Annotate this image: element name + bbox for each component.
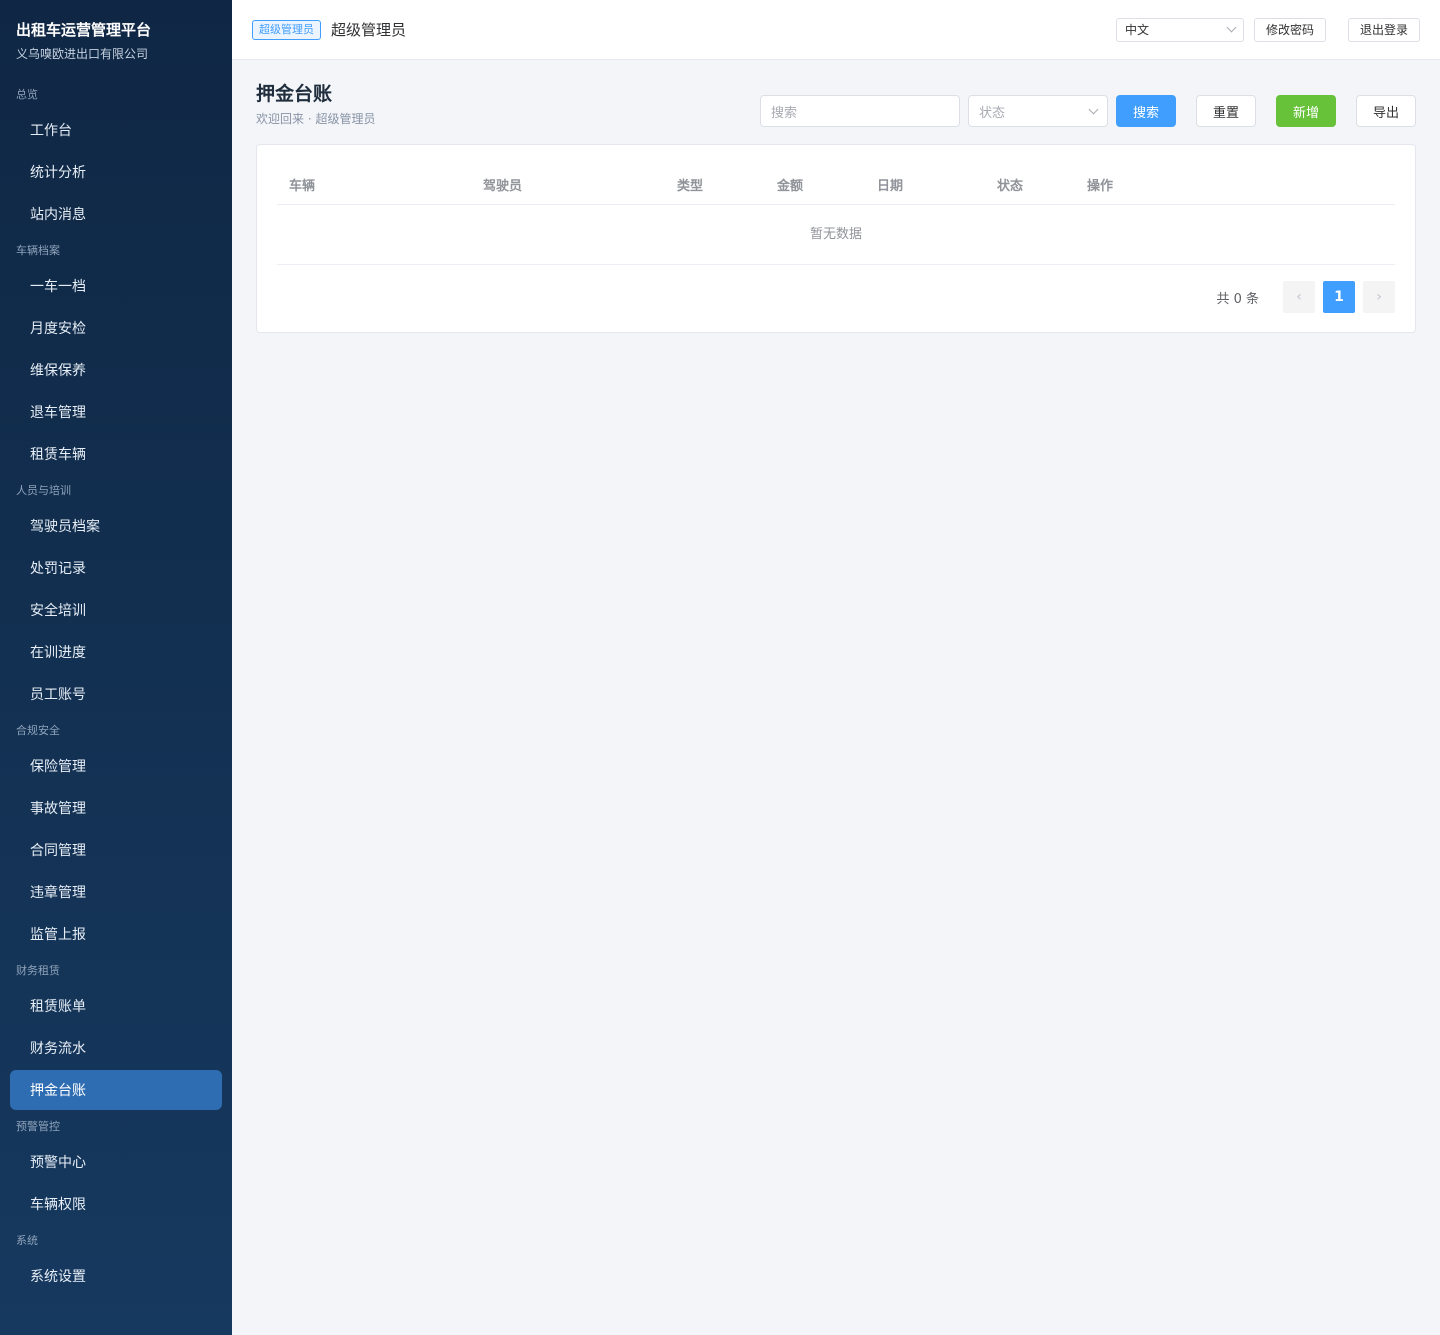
table-card: 车辆 驾驶员 类型 金额 日期 状态 操作 暂无数据 共 0 条 ‹ 1 › bbox=[256, 144, 1416, 333]
column-driver: 驾驶员 bbox=[483, 179, 523, 194]
sidebar-item[interactable]: 驾驶员档案 bbox=[10, 506, 222, 546]
nav-group-title: 预警管控 bbox=[16, 1120, 60, 1133]
sidebar-item[interactable]: 维保保养 bbox=[10, 350, 222, 390]
header-actions: 中文 修改密码 退出登录 bbox=[1115, 17, 1420, 42]
page-number-button[interactable]: 1 bbox=[1323, 281, 1355, 313]
brand-title: 出租车运营管理平台 bbox=[16, 21, 152, 39]
reset-button[interactable]: 重置 bbox=[1196, 95, 1256, 127]
language-value: 中文 bbox=[1124, 23, 1149, 37]
nav-group-title: 车辆档案 bbox=[16, 244, 60, 257]
column-date: 日期 bbox=[877, 179, 904, 194]
top-header: 超级管理员 超级管理员 中文 修改密码 退出登录 bbox=[232, 0, 1440, 60]
sidebar-item[interactable]: 安全培训 bbox=[10, 590, 222, 630]
column-type: 类型 bbox=[677, 179, 704, 194]
page-header: 押金台账 欢迎回来 · 超级管理员 搜索 状态 搜索 重置 新增 导出 bbox=[256, 60, 1416, 144]
change-password-button[interactable]: 修改密码 bbox=[1253, 17, 1326, 42]
sidebar-item[interactable]: 押金台账 bbox=[10, 1070, 222, 1110]
chevron-down-icon bbox=[1088, 104, 1099, 114]
status-select-placeholder: 状态 bbox=[979, 105, 1006, 121]
logout-button[interactable]: 退出登录 bbox=[1347, 17, 1420, 42]
brand-subtitle: 义乌嗅欧进出口有限公司 bbox=[16, 47, 149, 61]
sidebar-item[interactable]: 租赁车辆 bbox=[10, 434, 222, 474]
nav-group-title: 合规安全 bbox=[16, 724, 60, 737]
sidebar-item[interactable]: 工作台 bbox=[10, 110, 222, 150]
pagination: 共 0 条 ‹ 1 › bbox=[277, 281, 1395, 313]
chevron-down-icon bbox=[1226, 22, 1237, 33]
nav-group-title: 人员与培训 bbox=[16, 484, 71, 497]
sidebar-item[interactable]: 员工账号 bbox=[10, 674, 222, 714]
sidebar-item[interactable]: 租赁账单 bbox=[10, 986, 222, 1026]
nav-group-title: 系统 bbox=[16, 1234, 38, 1247]
sidebar-item[interactable]: 预警中心 bbox=[10, 1142, 222, 1182]
column-vehicle: 车辆 bbox=[289, 179, 316, 194]
sidebar-item[interactable]: 保险管理 bbox=[10, 746, 222, 786]
main-content: 押金台账 欢迎回来 · 超级管理员 搜索 状态 搜索 重置 新增 导出 车辆 驾… bbox=[232, 60, 1440, 1335]
sidebar-item[interactable]: 一车一档 bbox=[10, 266, 222, 306]
sidebar-item[interactable]: 退车管理 bbox=[10, 392, 222, 432]
sidebar-item[interactable]: 站内消息 bbox=[10, 194, 222, 234]
export-button[interactable]: 导出 bbox=[1356, 95, 1416, 127]
sidebar-item[interactable]: 月度安检 bbox=[10, 308, 222, 348]
nav-group-title: 财务租赁 bbox=[16, 964, 60, 977]
next-page-button[interactable]: › bbox=[1363, 281, 1395, 313]
page-heading: 押金台账 欢迎回来 · 超级管理员 bbox=[256, 82, 375, 127]
search-input[interactable]: 搜索 bbox=[760, 95, 960, 127]
language-select[interactable]: 中文 bbox=[1115, 17, 1244, 42]
table-header: 车辆 驾驶员 类型 金额 日期 状态 操作 bbox=[277, 165, 1395, 205]
page-subtitle: 欢迎回来 · 超级管理员 bbox=[256, 112, 376, 126]
column-actions: 操作 bbox=[1087, 179, 1114, 194]
search-button[interactable]: 搜索 bbox=[1116, 95, 1176, 127]
nav-group-title: 总览 bbox=[16, 88, 38, 101]
sidebar-item[interactable]: 财务流水 bbox=[10, 1028, 222, 1068]
add-button[interactable]: 新增 bbox=[1276, 95, 1336, 127]
brand: 出租车运营管理平台 义乌嗅欧进出口有限公司 bbox=[0, 0, 232, 80]
column-status: 状态 bbox=[997, 179, 1024, 194]
status-select[interactable]: 状态 bbox=[968, 95, 1108, 127]
role-badge: 超级管理员 bbox=[252, 19, 321, 40]
sidebar-item[interactable]: 违章管理 bbox=[10, 872, 222, 912]
pagination-total: 共 0 条 bbox=[1216, 291, 1259, 307]
sidebar-item[interactable]: 事故管理 bbox=[10, 788, 222, 828]
sidebar: 出租车运营管理平台 义乌嗅欧进出口有限公司 总览工作台 统计分析 站内消息车辆档案一… bbox=[0, 0, 232, 1335]
sidebar-item[interactable]: 合同管理 bbox=[10, 830, 222, 870]
toolbar: 搜索 状态 搜索 重置 新增 导出 bbox=[760, 95, 1416, 127]
prev-page-button[interactable]: ‹ bbox=[1283, 281, 1315, 313]
sidebar-item[interactable]: 统计分析 bbox=[10, 152, 222, 192]
empty-state: 暂无数据 bbox=[277, 205, 1395, 265]
sidebar-item[interactable]: 监管上报 bbox=[10, 914, 222, 954]
sidebar-item[interactable]: 系统设置 bbox=[10, 1256, 222, 1296]
sidebar-item[interactable]: 处罚记录 bbox=[10, 548, 222, 588]
column-amount: 金额 bbox=[777, 179, 804, 194]
sidebar-item[interactable]: 在训进度 bbox=[10, 632, 222, 672]
current-user-name: 超级管理员 bbox=[331, 21, 407, 39]
sidebar-item[interactable]: 车辆权限 bbox=[10, 1184, 222, 1224]
sidebar-nav: 总览工作台 统计分析 站内消息车辆档案一车一档 月度安检 维保保养 退车管理 租赁车辆人员与… bbox=[0, 80, 232, 1296]
page-title: 押金台账 bbox=[256, 83, 333, 105]
